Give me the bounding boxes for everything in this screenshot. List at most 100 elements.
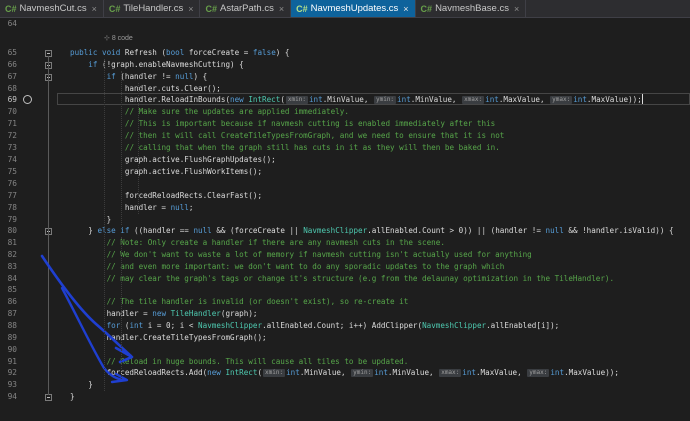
line-number: 76: [7, 179, 17, 188]
type-token: NavmeshClipper: [422, 321, 487, 330]
code-text: .MaxValue));: [564, 368, 619, 377]
comment-text: // The tile handler is invalid (or doesn…: [106, 297, 409, 306]
code-text: handler.CreateTileTypesFromGraph();: [70, 333, 267, 342]
keyword-token: new: [152, 309, 171, 318]
close-icon[interactable]: ×: [92, 4, 97, 14]
line-number: 87: [7, 309, 17, 318]
line-number: 78: [7, 203, 17, 212]
code-line[interactable]: public void Refresh (bool forceCreate = …: [70, 47, 289, 59]
keyword-token: bool: [166, 48, 189, 57]
code-line[interactable]: if (handler != null) {: [70, 71, 208, 83]
line-number: 74: [7, 155, 17, 164]
code-line[interactable]: handler = null;: [70, 202, 194, 214]
indent-guide: [104, 59, 105, 391]
code-line[interactable]: handler.ReloadInBounds(new IntRect(xmin:…: [70, 94, 643, 106]
code-line[interactable]: // Note: Only create a handler if there …: [70, 237, 445, 249]
code-text: .allEnabled[i]);: [486, 321, 560, 330]
close-icon[interactable]: ×: [403, 4, 408, 14]
type-token: TileHandler: [170, 309, 221, 318]
tab-tilehandler-cs[interactable]: C# TileHandler.cs ×: [104, 0, 201, 17]
keyword-token: null: [193, 226, 212, 235]
code-line[interactable]: graph.active.FlushGraphUpdates();: [70, 154, 276, 166]
code-line[interactable]: graph.active.FlushWorkItems();: [70, 166, 262, 178]
codelens-label: 8 code: [111, 35, 133, 42]
tab-navmeshupdates-cs[interactable]: C# NavmeshUpdates.cs ×: [291, 0, 416, 17]
codelens-references[interactable]: ⊹ 8 code: [104, 34, 133, 42]
line-number: 88: [7, 321, 17, 330]
code-editor[interactable]: 64 65 66 67 68 69 70 71 72 73 74 75 76 77 78 79 80 81 82 83…: [0, 18, 690, 403]
type-token: IntRect: [248, 95, 281, 104]
code-line[interactable]: // and even more important: we don't wan…: [70, 261, 505, 273]
keyword-token: else if: [97, 226, 135, 235]
code-line[interactable]: // calling that when the graph still has…: [70, 142, 500, 154]
code-line[interactable]: for (int i = 0; i < NavmeshClipper.allEn…: [70, 320, 560, 332]
keyword-token: new: [207, 368, 226, 377]
csharp-file-icon: C#: [108, 3, 121, 14]
code-line[interactable]: handler.CreateTileTypesFromGraph();: [70, 332, 267, 344]
csharp-file-icon: C#: [296, 3, 308, 14]
code-line[interactable]: forcedReloadRects.ClearFast();: [70, 190, 262, 202]
code-text: .allEnabled.Count > 0)) || (handler !=: [367, 226, 546, 235]
comment-text: // may clear the graph's tags or change …: [106, 274, 615, 283]
parameter-hint: xmax:: [462, 96, 485, 104]
parameter-hint: ymax:: [527, 369, 550, 377]
code-line[interactable]: }: [70, 391, 75, 403]
tab-astarpath-cs[interactable]: C# AstarPath.cs ×: [200, 0, 292, 17]
outline-line: [48, 56, 49, 395]
line-number: 85: [7, 285, 17, 294]
keyword-token: int: [573, 95, 587, 104]
references-icon: ⊹: [104, 35, 112, 42]
close-icon[interactable]: ×: [188, 4, 193, 14]
keyword-token: null: [175, 72, 194, 81]
code-line[interactable]: // We don't want to waste a lot of memor…: [70, 249, 532, 261]
close-icon[interactable]: ×: [514, 4, 519, 14]
code-line[interactable]: // then it will call CreateTileTypesFrom…: [70, 130, 504, 142]
line-number: 83: [7, 262, 17, 271]
code-line[interactable]: forcedReloadRects.Add(new IntRect(xmin: i…: [70, 367, 619, 379]
code-text: .MaxValue));: [586, 95, 642, 104]
lightbulb-icon[interactable]: [23, 95, 32, 104]
comment-text: // Reload in huge bounds. This will caus…: [106, 357, 409, 366]
keyword-token: new: [230, 95, 249, 104]
code-text: }: [70, 380, 93, 389]
code-text: .MaxValue,: [475, 368, 527, 377]
type-token: NavmeshClipper: [198, 321, 263, 330]
collapse-toggle-icon[interactable]: [45, 394, 52, 401]
code-text: && !handler.isValid)) {: [563, 226, 674, 235]
code-text: (: [280, 95, 285, 104]
code-line[interactable]: if (!graph.enableNavmeshCutting) {: [70, 59, 243, 71]
code-text: .allEnabled.Count; i++) AddClipper(: [262, 321, 423, 330]
code-line[interactable]: handler = new TileHandler(graph);: [70, 308, 258, 320]
line-number: 72: [7, 131, 17, 140]
line-number: 89: [7, 333, 17, 342]
code-text: .MinValue,: [322, 95, 373, 104]
code-line[interactable]: } else if ((handler == null && (forceCre…: [70, 225, 674, 237]
indent-guide: [121, 237, 122, 379]
code-line[interactable]: // Make sure the updates are applied imm…: [70, 106, 349, 118]
code-line[interactable]: }: [70, 379, 93, 391]
csharp-file-icon: C#: [205, 3, 217, 14]
keyword-token: int: [286, 368, 300, 377]
code-text: ) {: [275, 48, 290, 57]
keyword-token: int: [462, 368, 476, 377]
comment-text: // We don't want to waste a lot of memor…: [106, 250, 532, 259]
comment-text: // and even more important: we don't wan…: [106, 262, 505, 271]
close-icon[interactable]: ×: [279, 4, 284, 14]
code-text: handler.ReloadInBounds(: [70, 95, 231, 104]
keyword-token: if: [88, 60, 103, 69]
comment-text: // Note: Only create a handler if there …: [106, 238, 445, 247]
code-line[interactable]: // This is important because if navmesh …: [70, 118, 495, 130]
code-line[interactable]: // may clear the graph's tags or change …: [70, 273, 614, 285]
tab-navmeshbase-cs[interactable]: C# NavmeshBase.cs ×: [416, 0, 527, 17]
keyword-token: int: [129, 321, 148, 330]
tab-navmeshcut-cs[interactable]: C# NavmeshCut.cs ×: [0, 0, 104, 17]
